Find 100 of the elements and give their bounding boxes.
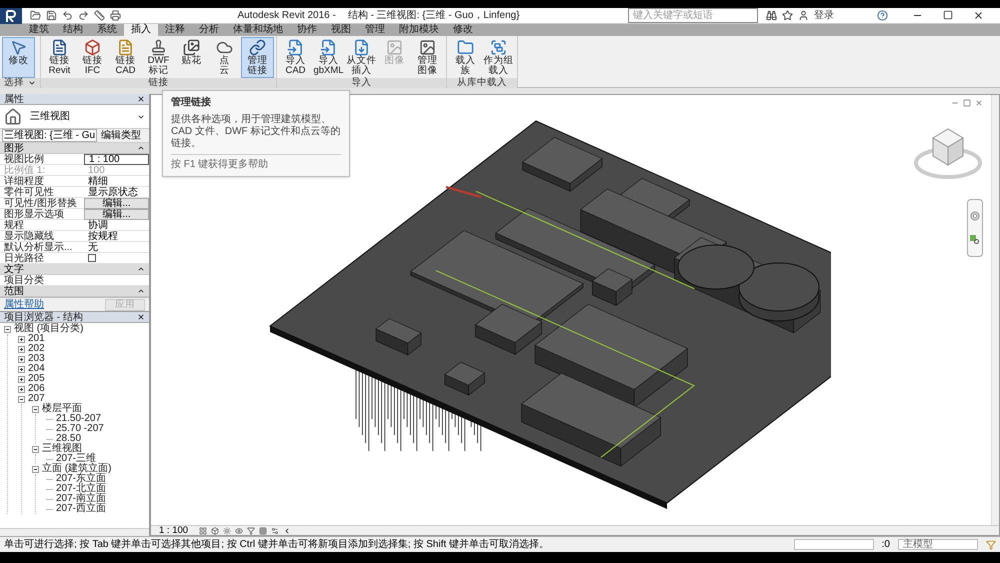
expand-toggle-icon[interactable] <box>18 366 25 372</box>
ribbon-button[interactable]: DWF 标记 <box>142 37 175 78</box>
tree-item[interactable]: 207 <box>28 394 45 404</box>
filter-icon[interactable] <box>247 526 255 534</box>
steering-wheel-icon[interactable] <box>970 211 980 221</box>
ribbon-tab[interactable]: 分析 <box>192 24 226 36</box>
cube-icon[interactable] <box>211 526 219 534</box>
tree-item[interactable]: 207-南立面 <box>56 494 106 504</box>
close-icon[interactable] <box>137 95 145 103</box>
ribbon-tab[interactable]: 系统 <box>90 24 124 36</box>
star-icon[interactable] <box>782 10 793 21</box>
help-icon[interactable] <box>877 10 888 21</box>
ribbon-tab[interactable]: 修改 <box>446 24 480 36</box>
tree-item[interactable]: 207-三维 <box>56 454 96 464</box>
chevron-left-icon[interactable] <box>283 526 291 534</box>
ribbon-tab[interactable]: 附加模块 <box>392 24 446 36</box>
tree-item[interactable]: 207-北立面 <box>56 484 106 494</box>
tree-item[interactable]: 206 <box>28 384 45 394</box>
ribbon-tab[interactable]: 结构 <box>56 24 90 36</box>
tree-item[interactable]: 207-东立面 <box>56 474 106 484</box>
ribbon-button[interactable]: 管理 链接 <box>241 37 274 78</box>
search-field[interactable]: 键入关键字或短语 <box>628 8 758 23</box>
caret-icon[interactable] <box>28 79 36 87</box>
ribbon-button[interactable]: 链接 Revit <box>43 37 76 78</box>
open-folder-icon[interactable] <box>30 10 41 21</box>
ribbon-tab[interactable]: 协作 <box>290 24 324 36</box>
redo-icon[interactable] <box>78 10 89 21</box>
checkbox[interactable] <box>88 254 96 262</box>
ribbon-button[interactable]: 导入 gbXML <box>312 37 345 78</box>
tree-item[interactable]: 28.50 <box>56 434 82 444</box>
tree-item[interactable]: 立面 (建筑立面) <box>42 464 112 474</box>
ribbon-tab[interactable]: 建筑 <box>22 24 56 36</box>
expand-toggle-icon[interactable] <box>18 346 25 352</box>
expand-toggle-icon[interactable] <box>18 336 25 342</box>
ribbon-button[interactable]: 链接 CAD <box>109 37 142 78</box>
tree-item[interactable]: 21.50-207 <box>56 414 102 424</box>
ribbon-button[interactable]: 作为组 载入 <box>482 37 515 78</box>
tree-item[interactable]: 207-西立面 <box>56 504 106 514</box>
binoculars-icon[interactable] <box>766 10 777 21</box>
tree-item[interactable]: 三维视图 <box>42 444 82 454</box>
ribbon-tab[interactable]: 视图 <box>324 24 358 36</box>
collapse-toggle-icon[interactable] <box>32 446 39 452</box>
expand-toggle-icon[interactable] <box>18 356 25 362</box>
collapse-icon[interactable] <box>137 265 145 273</box>
help-link[interactable]: 属性帮助 <box>4 297 44 312</box>
restore-icon[interactable] <box>963 99 971 107</box>
ribbon-tab[interactable]: 注释 <box>158 24 192 36</box>
collapse-toggle-icon[interactable] <box>4 326 11 332</box>
tree-item[interactable]: 25.70 -207 <box>56 424 104 434</box>
edit-type-button[interactable]: 编辑类型 <box>101 130 142 141</box>
collapse-icon[interactable] <box>137 144 145 152</box>
maximize-icon[interactable] <box>943 10 953 20</box>
collapse-icon[interactable] <box>137 287 145 295</box>
app-menu-button[interactable] <box>0 8 22 24</box>
eye-icon[interactable] <box>235 526 243 534</box>
ribbon-button[interactable]: 点 云 <box>208 37 241 78</box>
tree-item[interactable]: 204 <box>28 364 45 374</box>
ribbon-button[interactable]: 链接 IFC <box>76 37 109 78</box>
ribbon-tab[interactable]: 插入 <box>124 24 158 36</box>
close-icon[interactable] <box>973 10 984 21</box>
ribbon-button[interactable]: 贴花 <box>175 37 208 78</box>
expand-toggle-icon[interactable] <box>18 376 25 382</box>
model-dropdown[interactable]: 主模型 <box>898 539 978 550</box>
printer-icon[interactable] <box>110 10 121 21</box>
tree-item[interactable]: 202 <box>28 344 45 354</box>
close-icon[interactable] <box>137 313 145 321</box>
sign-in-link[interactable]: 登录 <box>814 8 872 23</box>
sun-icon[interactable] <box>223 526 231 534</box>
tree-item[interactable]: 楼层平面 <box>42 404 82 414</box>
ribbon-button[interactable]: 从文件 插入 <box>345 37 378 78</box>
vertical-scrollbar[interactable] <box>991 95 999 525</box>
edit-button[interactable]: 编辑... <box>84 208 149 220</box>
property-value-field[interactable]: 1 : 100 <box>84 154 149 164</box>
user-icon[interactable] <box>798 10 809 21</box>
ribbon-tab[interactable]: 管理 <box>358 24 392 36</box>
expand-toggle-icon[interactable] <box>18 386 25 392</box>
ribbon-button[interactable]: 导入 CAD <box>279 37 312 78</box>
collapse-toggle-icon[interactable] <box>32 406 39 412</box>
collapse-toggle-icon[interactable] <box>18 396 25 402</box>
instance-selector[interactable]: 三维视图: {三维 - Gu <box>2 129 98 142</box>
horizontal-scrollbar[interactable] <box>0 528 149 536</box>
settings-icon[interactable] <box>271 526 279 534</box>
grid-icon[interactable] <box>259 526 267 534</box>
tree-item[interactable]: 205 <box>28 374 45 384</box>
edit-button[interactable]: 编辑... <box>84 198 149 208</box>
tree-item[interactable]: 201 <box>28 334 45 344</box>
collapse-toggle-icon[interactable] <box>32 466 39 472</box>
tree-item[interactable]: 视图 (项目分类) <box>14 324 84 334</box>
ribbon-button[interactable]: 修改 <box>2 37 35 78</box>
zoom-icon[interactable] <box>970 235 980 245</box>
ribbon-tab[interactable]: 体量和场地 <box>226 24 290 36</box>
save-icon[interactable] <box>46 10 57 21</box>
view-scale[interactable]: 1 : 100 <box>159 526 195 536</box>
ribbon-button[interactable]: 管理 图像 <box>411 37 444 78</box>
ruler-icon[interactable] <box>94 10 105 21</box>
ribbon-button[interactable]: 载入 族 <box>449 37 482 78</box>
workset-field[interactable] <box>794 539 874 550</box>
undo-icon[interactable] <box>62 10 73 21</box>
navigation-bar[interactable] <box>967 199 983 257</box>
grid-icon[interactable] <box>199 526 207 534</box>
